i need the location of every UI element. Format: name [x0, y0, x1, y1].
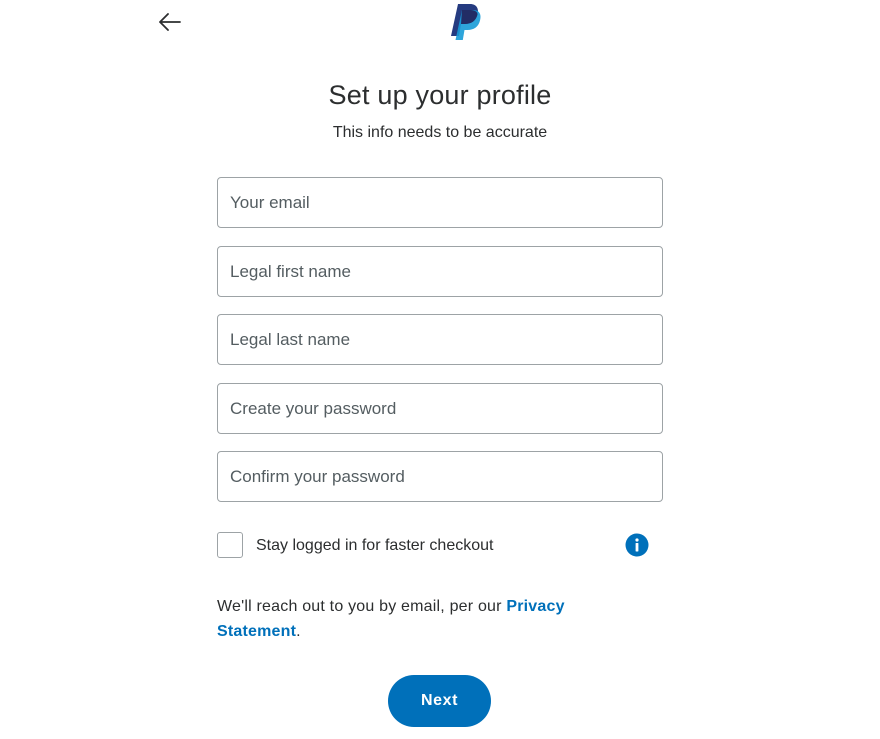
stay-logged-in-checkbox[interactable] [217, 532, 243, 558]
stay-logged-in-row: Stay logged in for faster checkout [217, 532, 663, 559]
paypal-logo-icon [451, 4, 481, 40]
arrow-left-icon [159, 13, 181, 31]
notice-period: . [296, 623, 301, 640]
email-input[interactable] [218, 178, 662, 227]
stay-logged-in-label: Stay logged in for faster checkout [256, 537, 494, 554]
notice-text: We'll reach out to you by email, per our [217, 598, 507, 615]
page-subtitle: This info needs to be accurate [332, 124, 548, 141]
back-button[interactable] [154, 6, 186, 38]
next-button[interactable]: Next [388, 675, 491, 727]
password-input[interactable] [218, 384, 662, 433]
signup-page: Set up your profile This info needs to b… [0, 0, 880, 739]
last-name-field-wrapper [217, 314, 663, 365]
first-name-input[interactable] [218, 247, 662, 296]
password-field-wrapper [217, 383, 663, 434]
page-title: Set up your profile [328, 80, 552, 110]
first-name-field-wrapper [217, 246, 663, 297]
confirm-password-field-wrapper [217, 451, 663, 502]
info-icon[interactable] [625, 533, 649, 557]
privacy-notice: We'll reach out to you by email, per our… [217, 594, 617, 644]
email-field-wrapper [217, 177, 663, 228]
confirm-password-input[interactable] [218, 452, 662, 501]
last-name-input[interactable] [218, 315, 662, 364]
